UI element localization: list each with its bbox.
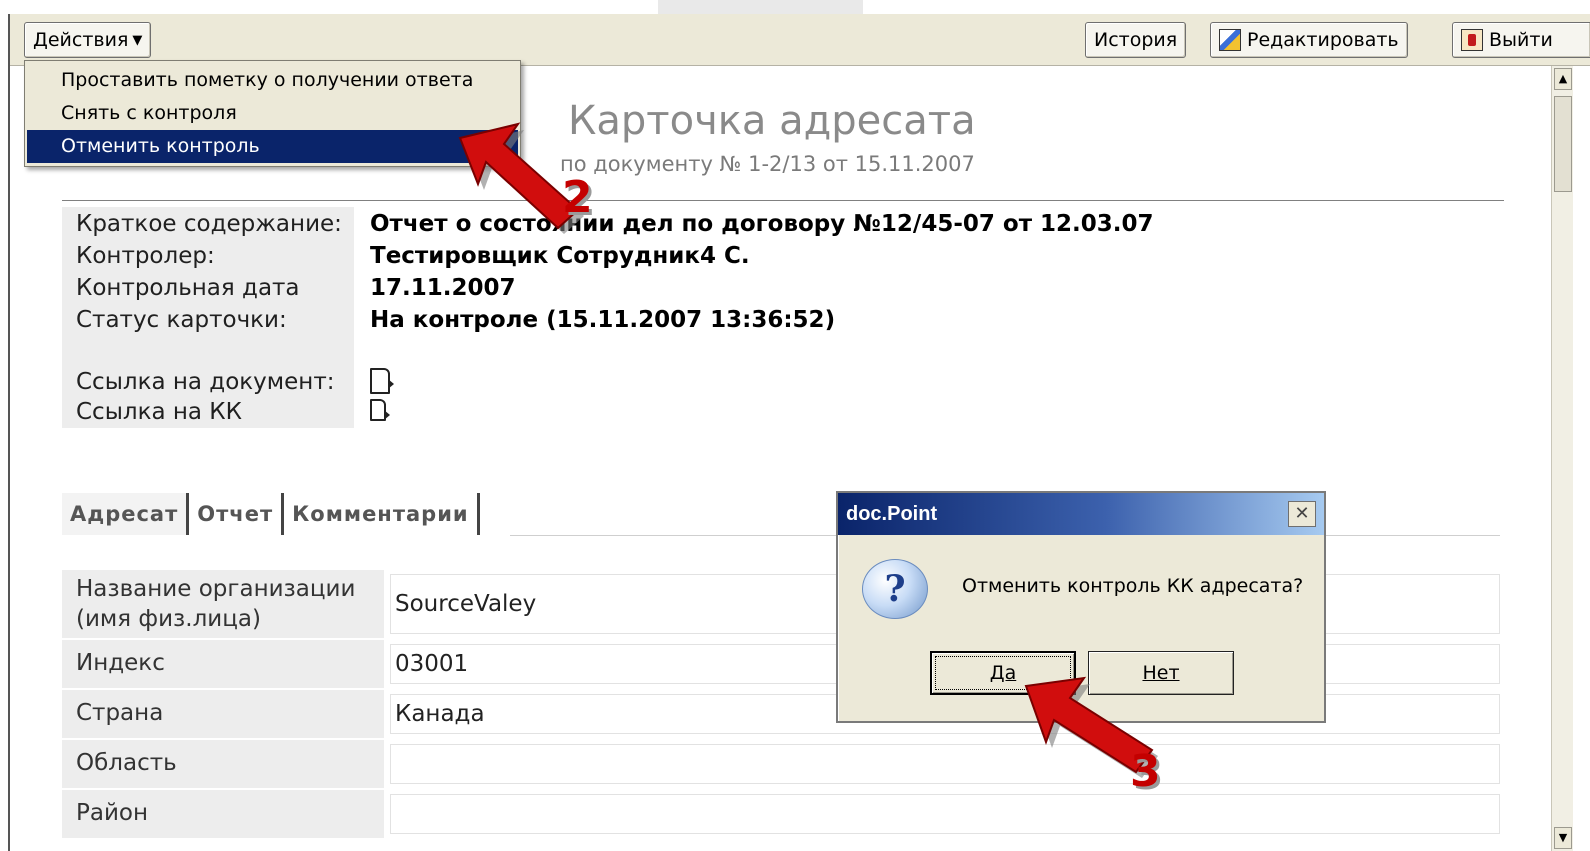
dialog-message: Отменить контроль КК адресата? bbox=[962, 575, 1304, 597]
status-value: На контроле (15.11.2007 13:36:52) bbox=[370, 307, 836, 333]
tab-comments[interactable]: Комментарии bbox=[284, 493, 480, 535]
control-date-label: Контрольная дата bbox=[76, 275, 300, 301]
annotation-step-2: 2 bbox=[562, 172, 593, 223]
document-link-icon[interactable] bbox=[370, 368, 394, 394]
page-title: Карточка адресата bbox=[568, 98, 976, 144]
history-button-label: История bbox=[1094, 29, 1178, 51]
annotation-step-3: 3 bbox=[1130, 746, 1161, 797]
tab-report[interactable]: Отчет bbox=[189, 493, 285, 535]
edit-icon bbox=[1219, 29, 1241, 51]
tab-bar: Адресат Отчет Комментарии bbox=[62, 493, 480, 535]
exit-icon bbox=[1461, 29, 1483, 51]
region-field[interactable] bbox=[390, 744, 1500, 784]
tab-addressee[interactable]: Адресат bbox=[62, 493, 190, 535]
district-field[interactable] bbox=[390, 794, 1500, 834]
top-strip-segment bbox=[658, 0, 863, 14]
history-button[interactable]: История bbox=[1085, 22, 1187, 58]
window-top-strip bbox=[0, 0, 1590, 14]
edit-button[interactable]: Редактировать bbox=[1210, 22, 1408, 58]
window-left-border bbox=[8, 14, 10, 851]
menu-item-mark-reply-received[interactable]: Проставить пометку о получении ответа bbox=[27, 64, 518, 97]
row-label: Страна bbox=[62, 690, 384, 738]
window-right-edge bbox=[1573, 66, 1590, 851]
table-row: Район bbox=[62, 790, 1500, 838]
chevron-down-icon: ▼ bbox=[132, 32, 143, 48]
row-label: Название организации (имя физ.лица) bbox=[62, 570, 384, 638]
controller-label: Контролер: bbox=[76, 243, 215, 269]
actions-dropdown-button[interactable]: Действия ▼ bbox=[24, 22, 152, 58]
row-label: Область bbox=[62, 740, 384, 788]
table-row: Область bbox=[62, 740, 1500, 788]
kk-link-icon[interactable] bbox=[370, 399, 390, 421]
scroll-down-icon[interactable]: ▼ bbox=[1554, 827, 1572, 849]
toolbar: Действия ▼ История Редактировать Выйти bbox=[10, 14, 1590, 66]
row-label: Район bbox=[62, 790, 384, 838]
exit-button[interactable]: Выйти bbox=[1452, 22, 1590, 58]
status-label: Статус карточки: bbox=[76, 307, 287, 333]
row-label: Индекс bbox=[62, 640, 384, 688]
control-date-value: 17.11.2007 bbox=[370, 275, 516, 301]
exit-button-label: Выйти bbox=[1489, 29, 1553, 51]
close-icon[interactable]: ✕ bbox=[1288, 501, 1316, 527]
edit-button-label: Редактировать bbox=[1247, 29, 1399, 51]
controller-value: Тестировщик Сотрудник4 С. bbox=[370, 243, 750, 269]
info-labels-panel: Краткое содержание: Контролер: Контрольн… bbox=[62, 207, 354, 428]
summary-label: Краткое содержание: bbox=[76, 211, 342, 237]
question-icon: ? bbox=[862, 559, 928, 619]
kk-link-label: Ссылка на КК bbox=[76, 399, 242, 425]
doc-link-label: Ссылка на документ: bbox=[76, 369, 335, 395]
dialog-title: doc.Point bbox=[838, 493, 1324, 535]
actions-button-label: Действия bbox=[33, 29, 129, 51]
scrollbar-thumb[interactable] bbox=[1554, 96, 1572, 192]
vertical-scrollbar[interactable]: ▲ ▼ bbox=[1551, 66, 1573, 851]
header-divider bbox=[62, 200, 1504, 201]
scroll-up-icon[interactable]: ▲ bbox=[1554, 68, 1572, 90]
page-subtitle: по документу № 1-2/13 от 15.11.2007 bbox=[560, 152, 975, 176]
